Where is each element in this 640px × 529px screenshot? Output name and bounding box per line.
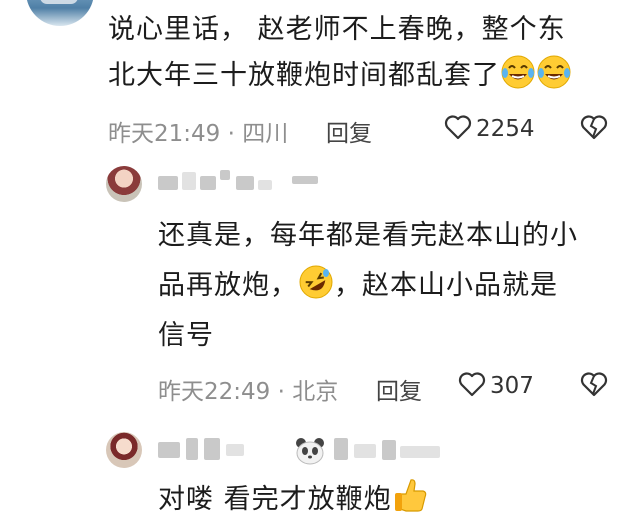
reply-text-content: 对喽 看完才放鞭炮 xyxy=(158,484,392,515)
reply-text-line-3: 信号 xyxy=(158,320,214,351)
reply-avatar[interactable] xyxy=(106,166,142,202)
broken-heart-icon[interactable] xyxy=(580,114,608,144)
broken-heart-icon[interactable] xyxy=(580,371,608,401)
panda-emoji-icon xyxy=(294,436,326,470)
reply-meta: 昨天22:49 · 北京 xyxy=(158,372,338,406)
like-button[interactable]: 2254 xyxy=(444,114,535,144)
reply-time: 昨天22:49 xyxy=(158,379,271,405)
reply-text-line-2-part-b: ，赵本山小品就是 xyxy=(334,270,558,301)
comment-text-line-2-content: 北大年三十放鞭炮时间都乱套了 xyxy=(108,60,500,91)
reply-button[interactable]: 回复 xyxy=(326,114,372,148)
like-count: 307 xyxy=(490,373,534,399)
heart-outline-icon xyxy=(458,371,486,401)
meta-separator: · xyxy=(277,379,285,405)
heart-outline-icon xyxy=(444,114,472,144)
comment-text-line-2: 北大年三十放鞭炮时间都乱套了 xyxy=(108,54,572,104)
comment-text-line-1: 说心里话， 赵老师不上春晚，整个东 xyxy=(108,14,566,45)
thumbs-up-emoji-icon xyxy=(392,476,428,528)
tears-of-joy-emoji-icon xyxy=(500,54,536,104)
reply-button[interactable]: 回复 xyxy=(376,372,422,406)
commenter-avatar[interactable] xyxy=(26,0,94,26)
comment-location: 四川 xyxy=(242,121,289,147)
like-button[interactable]: 307 xyxy=(458,371,534,401)
rolling-laughing-emoji-icon xyxy=(298,264,334,314)
like-count: 2254 xyxy=(476,116,535,142)
reply-text-line-2-part-a: 品再放炮， xyxy=(158,270,298,301)
tears-of-joy-emoji-icon xyxy=(536,54,572,104)
meta-separator: · xyxy=(227,121,235,147)
reply-text-line-1: 对喽 看完才放鞭炮 xyxy=(158,476,428,528)
reply-avatar[interactable] xyxy=(106,432,142,468)
reply-text-line-1: 还真是，每年都是看完赵本山的小 xyxy=(158,220,578,251)
reply-text-line-2: 品再放炮， ，赵本山小品就是 xyxy=(158,264,558,314)
comment-time: 昨天21:49 xyxy=(108,121,221,147)
comment-meta: 昨天21:49 · 四川 xyxy=(108,114,288,148)
reply-location: 北京 xyxy=(292,379,339,405)
